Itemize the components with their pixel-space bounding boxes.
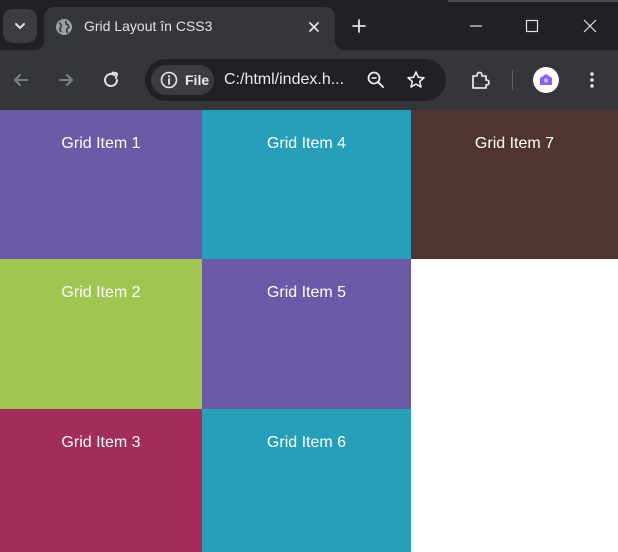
more-vertical-icon bbox=[590, 72, 594, 88]
grid-item-3: Grid Item 3 bbox=[0, 409, 202, 552]
close-icon bbox=[309, 22, 319, 32]
zoom-button[interactable] bbox=[365, 69, 387, 91]
title-bar-edge bbox=[448, 0, 618, 2]
grid-item-7: Grid Item 7 bbox=[411, 110, 618, 259]
puzzle-icon bbox=[472, 71, 490, 89]
tab-title: Grid Layout în CSS3 bbox=[84, 18, 213, 34]
globe-icon bbox=[56, 19, 72, 35]
arrow-left-icon bbox=[14, 74, 28, 86]
star-icon bbox=[407, 71, 425, 88]
toolbar-separator bbox=[512, 70, 513, 90]
maximize-icon bbox=[525, 19, 539, 33]
close-icon bbox=[583, 19, 597, 33]
minimize-button[interactable] bbox=[458, 9, 494, 43]
profile-button[interactable] bbox=[533, 67, 559, 93]
new-tab-button[interactable] bbox=[347, 14, 371, 38]
tab-search-button[interactable] bbox=[3, 9, 37, 43]
bookmark-button[interactable] bbox=[405, 69, 427, 91]
address-bar[interactable]: File C:/html/index.h... bbox=[145, 59, 446, 101]
close-window-button[interactable] bbox=[572, 9, 608, 43]
grid-item-5: Grid Item 5 bbox=[202, 259, 411, 409]
grid-item-4: Grid Item 4 bbox=[202, 110, 411, 259]
tab-close-button[interactable] bbox=[304, 17, 324, 37]
site-info-chip[interactable]: File bbox=[151, 65, 214, 95]
info-icon bbox=[160, 71, 178, 89]
reload-icon bbox=[104, 71, 118, 87]
avatar-icon bbox=[540, 74, 552, 85]
reload-button[interactable] bbox=[97, 66, 125, 94]
site-info-label: File bbox=[185, 72, 210, 88]
grid-container: Grid Item 1 Grid Item 2 Grid Item 3 Grid… bbox=[0, 110, 618, 552]
extensions-button[interactable] bbox=[466, 66, 494, 94]
url-text[interactable]: C:/html/index.h... bbox=[224, 71, 344, 89]
browser-menu-button[interactable] bbox=[578, 66, 606, 94]
arrow-right-icon bbox=[59, 74, 73, 86]
zoom-out-icon bbox=[367, 71, 384, 88]
title-bar: Grid Layout în CSS3 bbox=[0, 0, 618, 50]
grid-item-1: Grid Item 1 bbox=[0, 110, 202, 259]
maximize-button[interactable] bbox=[514, 9, 550, 43]
grid-item-6: Grid Item 6 bbox=[202, 409, 411, 552]
chevron-down-icon bbox=[15, 23, 25, 29]
browser-tab[interactable]: Grid Layout în CSS3 bbox=[34, 7, 345, 50]
minimize-icon bbox=[470, 25, 482, 27]
plus-icon bbox=[352, 19, 366, 33]
forward-button[interactable] bbox=[52, 66, 80, 94]
back-button[interactable] bbox=[7, 66, 35, 94]
browser-toolbar: File C:/html/index.h... bbox=[0, 50, 618, 110]
grid-item-2: Grid Item 2 bbox=[0, 259, 202, 409]
